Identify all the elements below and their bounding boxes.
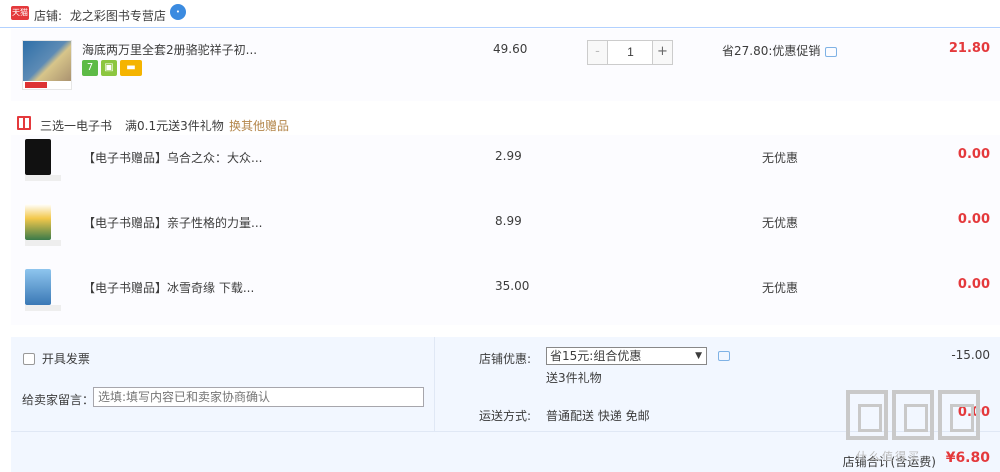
- gift-price: 35.00: [495, 279, 530, 293]
- gift-row: 【电子书赠品】亲子性格的力量... 8.99 无优惠 0.00: [11, 202, 1000, 252]
- shop-header: 天猫 店铺: 龙之彩图书专营店 •: [0, 0, 1000, 28]
- discount-chat-icon[interactable]: [718, 351, 730, 361]
- promo-chat-icon[interactable]: [825, 46, 838, 57]
- gift-discount: 无优惠: [762, 216, 799, 230]
- shop-discount-amount: -15.00: [951, 348, 990, 362]
- shipping-method: 普通配送 快递 免邮: [546, 409, 650, 423]
- gift-condition: 满0.1元送3件礼物: [125, 119, 224, 133]
- shop-name-link[interactable]: 龙之彩图书专营店: [70, 9, 166, 23]
- gift-icon: [17, 116, 31, 130]
- seller-message-input[interactable]: [93, 387, 424, 407]
- gift-row: 【电子书赠品】乌合之众：大众... 2.99 无优惠 0.00: [11, 137, 1000, 187]
- shop-discount-value: 省15元:组合优惠: [550, 349, 642, 363]
- item-promo: 省27.80:优惠促销: [722, 42, 838, 59]
- gift-price: 8.99: [495, 214, 522, 228]
- invoice-label: 开具发票: [41, 352, 90, 366]
- watermark-text: 什么值得买: [856, 450, 921, 463]
- shop-name-row: 店铺: 龙之彩图书专营店: [34, 7, 166, 24]
- message-label: 给卖家留言：: [22, 393, 95, 407]
- delivery-box-icon[interactable]: ▣: [101, 60, 117, 76]
- gift-name-link[interactable]: 【电子书赠品】亲子性格的力量...: [83, 214, 262, 231]
- gift-name-link[interactable]: 【电子书赠品】乌合之众：大众...: [83, 149, 262, 166]
- service-icons: 7 ▣ ▬: [82, 60, 145, 76]
- item-title-link[interactable]: 海底两万里全套2册骆驼祥子初...: [82, 41, 257, 58]
- site-watermark-logo: 什么值得买: [846, 390, 996, 472]
- qty-minus-button[interactable]: -: [588, 41, 608, 64]
- item-thumbnail[interactable]: [22, 40, 72, 90]
- gift-discount: 无优惠: [762, 151, 799, 165]
- item-unit-price: 49.60: [493, 42, 528, 56]
- thumbnail-banner: [23, 81, 71, 89]
- ebook-thumbnail[interactable]: [21, 204, 61, 248]
- shop-label: 店铺:: [34, 9, 63, 23]
- tmall-badge-icon: 天猫: [11, 6, 29, 20]
- shop-discount-select[interactable]: 省15元:组合优惠 ▼: [546, 347, 707, 365]
- gift-subtotal: 0.00: [957, 212, 990, 227]
- dropdown-arrow-icon: ▼: [695, 351, 702, 361]
- gift-row: 【电子书赠品】冰雪奇缘 下载... 35.00 无优惠 0.00: [11, 267, 1000, 317]
- quantity-input[interactable]: [609, 41, 652, 64]
- footer-left: 开具发票 给卖家留言：: [11, 337, 435, 431]
- wangwang-chat-icon[interactable]: •: [170, 4, 186, 20]
- item-subtotal: 21.80: [948, 41, 990, 56]
- invoice-checkbox[interactable]: [23, 353, 35, 365]
- ebook-thumbnail[interactable]: [21, 139, 61, 183]
- gift-section-header: 三选一电子书 满0.1元送3件礼物 换其他赠品: [11, 111, 1000, 135]
- gift-note: 送3件礼物: [546, 371, 602, 385]
- gift-price: 2.99: [495, 149, 522, 163]
- shop-discount-label: 店铺优惠:: [479, 352, 532, 366]
- credit-card-icon[interactable]: ▬: [120, 60, 142, 76]
- gift-subtotal: 0.00: [957, 277, 990, 292]
- gift-section-label: 三选一电子书: [40, 119, 113, 133]
- gift-name-link[interactable]: 【电子书赠品】冰雪奇缘 下载...: [83, 279, 254, 296]
- 7-day-return-icon[interactable]: 7: [82, 60, 98, 76]
- gift-subtotal: 0.00: [957, 147, 990, 162]
- qty-plus-button[interactable]: +: [652, 41, 672, 64]
- gift-list: 【电子书赠品】乌合之众：大众... 2.99 无优惠 0.00 【电子书赠品】亲…: [11, 135, 1000, 325]
- invoice-option[interactable]: 开具发票: [23, 350, 90, 367]
- quantity-stepper: - +: [587, 40, 673, 65]
- cart-item: 海底两万里全套2册骆驼祥子初... 7▣▬ 49.60 - + 省27.80:优…: [11, 29, 1000, 101]
- ebook-thumbnail[interactable]: [21, 269, 61, 313]
- change-gift-link[interactable]: 换其他赠品: [229, 117, 289, 134]
- item-promo-text: 省27.80:优惠促销: [722, 44, 821, 58]
- gift-discount: 无优惠: [762, 281, 799, 295]
- shipping-label: 运送方式:: [479, 409, 532, 423]
